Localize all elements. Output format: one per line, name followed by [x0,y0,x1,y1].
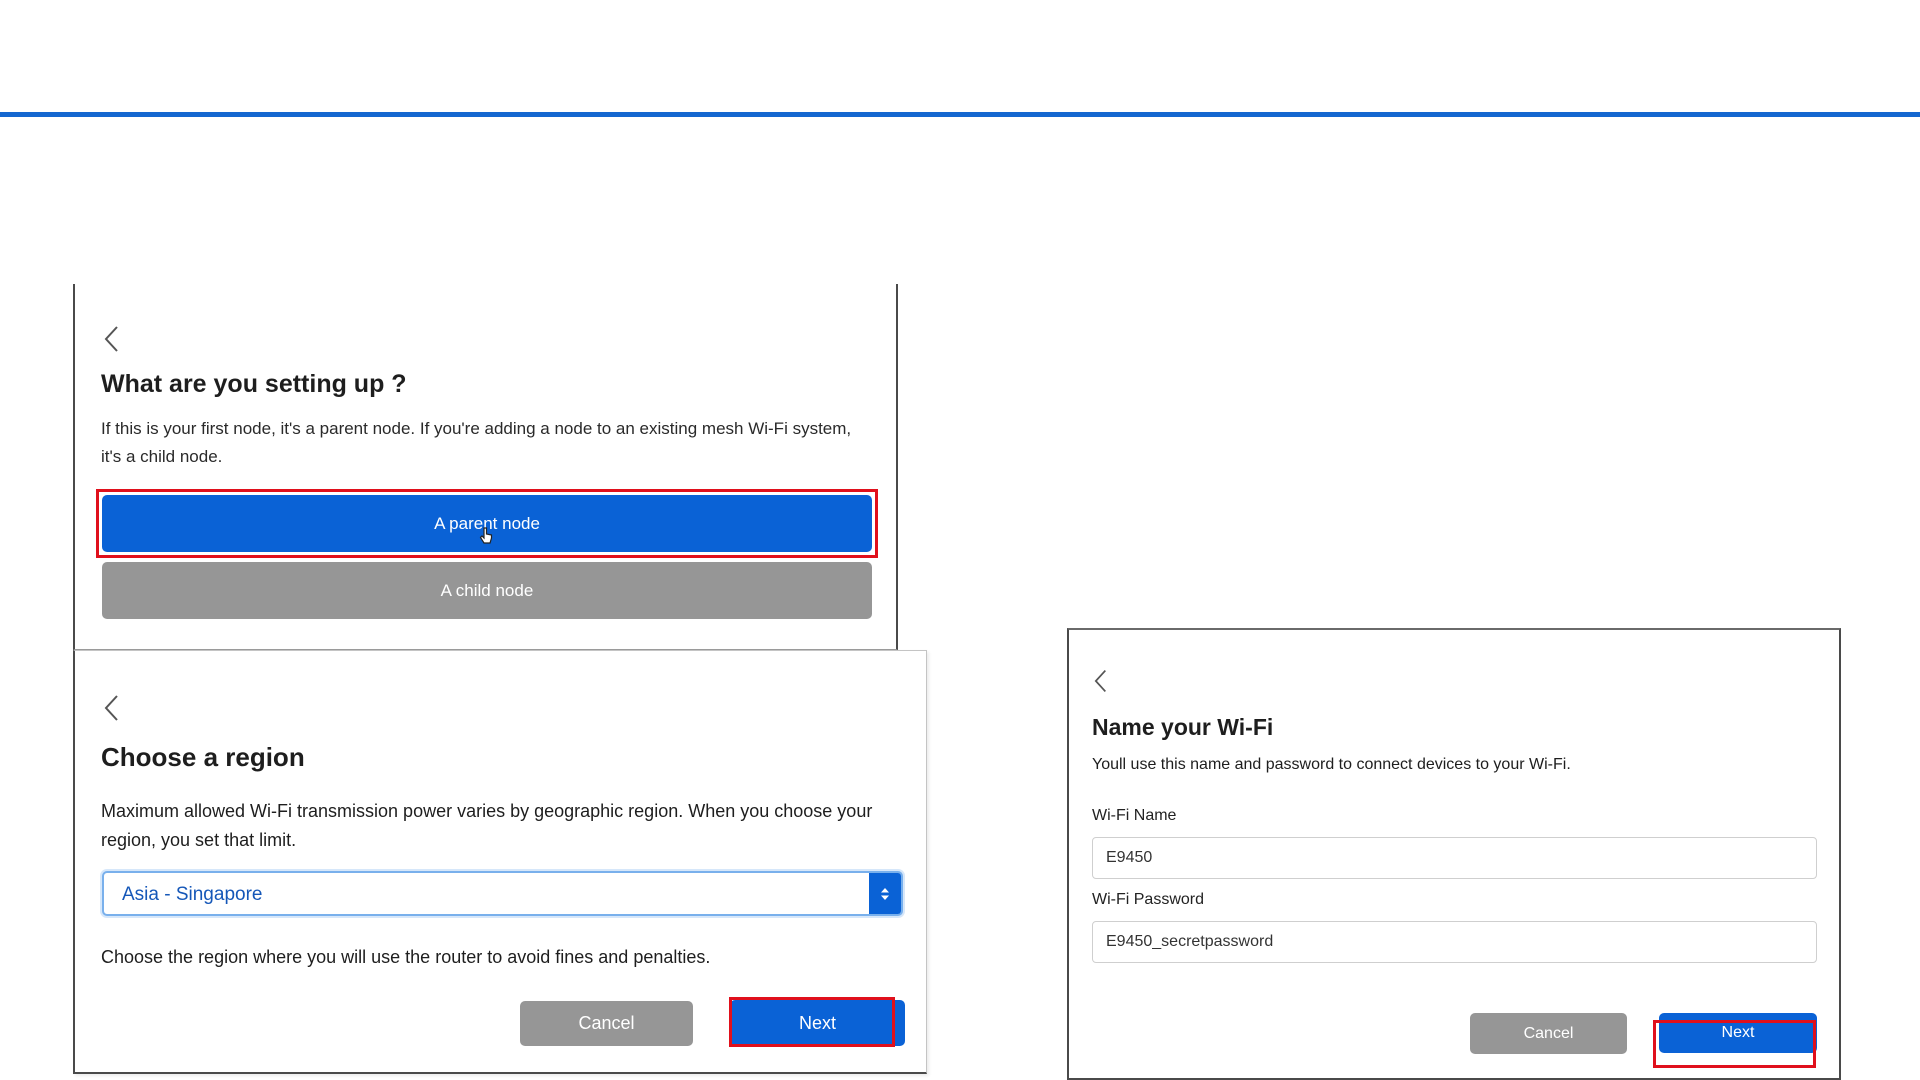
region-note: Choose the region where you will use the… [101,947,711,967]
wifi-password-label: Wi-Fi Password [1092,891,1205,908]
cancel-button[interactable]: Cancel [520,1001,693,1046]
select-arrows-icon[interactable] [869,873,901,914]
hand-pointer-icon [479,527,493,544]
chevron-left-icon[interactable] [1093,668,1109,694]
next-button[interactable]: Next [730,1000,905,1046]
cancel-button-label: Cancel [578,1013,635,1033]
setup-description: If this is your first node, it's a paren… [101,419,852,466]
wifi-name-label: Wi-Fi Name [1092,807,1177,824]
next-button-label: Next [1721,1024,1755,1041]
child-node-button[interactable]: A child node [102,562,872,619]
wifi-name-input[interactable]: E9450 [1092,837,1817,879]
wifi-description: Youll use this name and password to conn… [1092,756,1571,773]
wifi-password-input[interactable]: E9450_secretpassword [1092,921,1817,963]
region-select[interactable]: Asia - Singapore [102,871,903,916]
cancel-button-label: Cancel [1523,1024,1574,1042]
page-title: Name your Wi-Fi [1092,714,1274,740]
chevron-left-icon[interactable] [103,324,121,354]
page-title: Choose a region [101,742,305,772]
page: What are you setting up ? If this is you… [0,0,1920,1080]
choose-region-panel: Choose a region Maximum allowed Wi-Fi tr… [73,650,927,1074]
next-button-label: Next [798,1012,836,1033]
wifi-password-value: E9450_secretpassword [1106,933,1274,950]
next-button[interactable]: Next [1659,1013,1817,1053]
child-node-button-label: A child node [440,580,534,600]
region-description: Maximum allowed Wi-Fi transmission power… [101,801,873,850]
name-wifi-panel: Name your Wi-Fi Youll use this name and … [1067,628,1841,1080]
cancel-button[interactable]: Cancel [1470,1013,1627,1054]
top-divider [0,112,1920,117]
setup-node-panel: What are you setting up ? If this is you… [73,284,898,650]
region-select-value: Asia - Singapore [122,884,263,905]
page-title: What are you setting up ? [101,370,407,398]
wifi-name-value: E9450 [1106,849,1153,866]
chevron-left-icon[interactable] [103,693,121,723]
